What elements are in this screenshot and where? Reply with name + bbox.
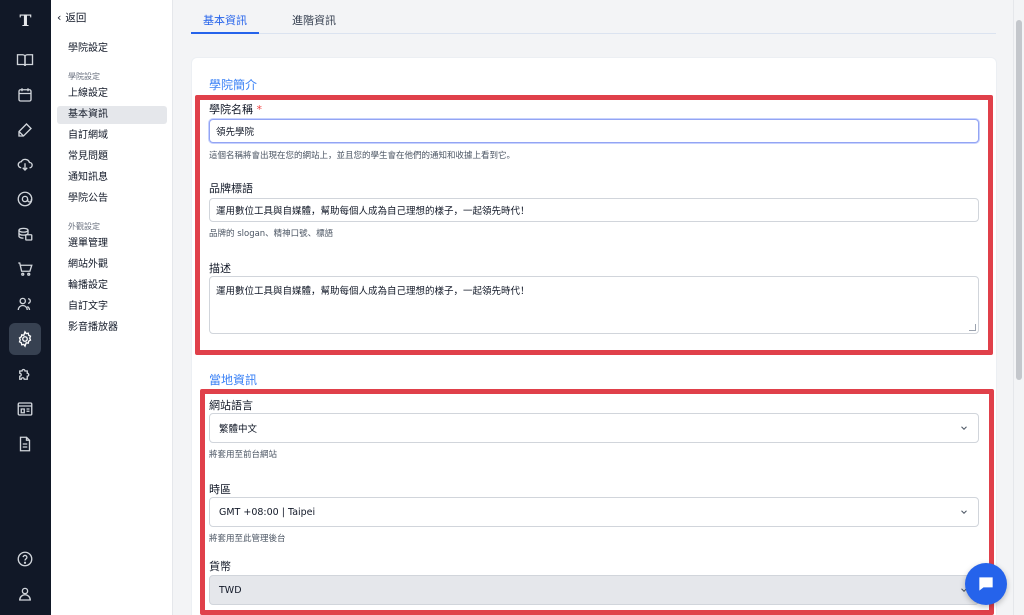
resize-handle-icon[interactable]: [969, 324, 976, 331]
edit-icon[interactable]: [9, 114, 41, 146]
puzzle-icon[interactable]: [9, 358, 41, 390]
layout-icon[interactable]: [9, 393, 41, 425]
at-sign-icon[interactable]: [9, 183, 41, 215]
users-icon[interactable]: [9, 288, 41, 320]
help-icon[interactable]: [9, 543, 41, 575]
site-language-hint: 將套用至前台網站: [209, 450, 278, 460]
tab-basic-info[interactable]: 基本資訊: [203, 12, 247, 28]
academy-name-input[interactable]: 領先學院: [209, 119, 979, 143]
currency-select[interactable]: TWD: [209, 575, 979, 605]
site-language-select[interactable]: 繁體中文: [209, 413, 979, 443]
sidebar-item-basic-info[interactable]: 基本資訊: [57, 106, 167, 124]
section-title-local: 當地資訊: [209, 373, 258, 387]
book-icon[interactable]: [9, 44, 41, 76]
sidebar-item-notifications[interactable]: 通知訊息: [57, 169, 167, 187]
sidebar-item-announcements[interactable]: 學院公告: [57, 190, 167, 208]
slogan-input[interactable]: 運用數位工具與自媒體，幫助每個人成為自己理想的樣子，一起領先時代！: [209, 198, 979, 222]
user-icon[interactable]: [9, 578, 41, 610]
slogan-hint: 品牌的 slogan、精神口號、標語: [209, 229, 334, 239]
cloud-download-icon[interactable]: [9, 148, 41, 180]
calendar-icon[interactable]: [9, 79, 41, 111]
sidebar-item-menu[interactable]: 選單管理: [57, 235, 167, 253]
sidebar-item-carousel[interactable]: 輪播設定: [57, 277, 167, 295]
sidebar-item-academy-settings[interactable]: 學院設定: [57, 40, 167, 58]
description-text: 運用數位工具與自媒體，幫助每個人成為自己理想的樣子，一起領先時代！: [216, 286, 530, 297]
back-label: 返回: [65, 12, 87, 24]
required-marker: *: [256, 103, 263, 116]
academy-name-hint: 這個名稱將會出現在您的網站上，並且您的學生會在他們的通知和收據上看到它。: [209, 151, 516, 161]
page-scrollbar[interactable]: [1013, 0, 1024, 615]
back-link[interactable]: ‹ 返回: [57, 10, 86, 25]
currency-label: 貨幣: [209, 560, 231, 573]
tab-bar: 基本資訊 進階資訊: [191, 0, 996, 34]
sidebar-item-appearance[interactable]: 網站外觀: [57, 256, 167, 274]
site-language-label: 網站語言: [209, 399, 253, 412]
app-logo[interactable]: T: [0, 6, 51, 34]
chevron-left-icon: ‹: [57, 11, 62, 24]
tab-advanced-info[interactable]: 進階資訊: [292, 12, 336, 28]
chevron-down-icon: [961, 426, 967, 430]
sidebar-item-faq[interactable]: 常見問題: [57, 148, 167, 166]
timezone-select[interactable]: GMT +08:00 | Taipei: [209, 497, 979, 527]
chat-button[interactable]: [965, 563, 1007, 605]
timezone-value: GMT +08:00 | Taipei: [219, 506, 316, 518]
description-label: 描述: [209, 262, 231, 275]
sidebar-item-custom-domain[interactable]: 自訂網域: [57, 127, 167, 145]
site-language-value: 繁體中文: [219, 424, 258, 435]
description-textarea[interactable]: 運用數位工具與自媒體，幫助每個人成為自己理想的樣子，一起領先時代！: [209, 276, 979, 334]
section-title-intro: 學院簡介: [209, 78, 258, 92]
settings-icon[interactable]: [9, 323, 41, 355]
cart-icon[interactable]: [9, 253, 41, 285]
coins-icon[interactable]: [9, 218, 41, 250]
sidebar-group-label: 外觀設定: [68, 222, 100, 231]
slogan-label: 品牌標語: [209, 182, 253, 195]
settings-sidebar: ‹ 返回 學院設定 學院設定 上線設定 基本資訊 自訂網域 常見問題 通知訊息 …: [51, 0, 173, 615]
sidebar-item-custom-text[interactable]: 自訂文字: [57, 298, 167, 316]
currency-value: TWD: [219, 584, 242, 596]
timezone-label: 時區: [209, 483, 231, 496]
chat-icon: [979, 577, 993, 591]
chevron-down-icon: [961, 510, 967, 514]
sidebar-item-media-player[interactable]: 影音播放器: [57, 319, 167, 337]
scrollbar-thumb[interactable]: [1016, 20, 1022, 380]
main-content: 基本資訊 進階資訊 學院簡介 學院名稱 * 領先學院 這個名稱將會出現在您的網站…: [173, 0, 1013, 615]
academy-name-label: 學院名稱 *: [209, 103, 263, 116]
sidebar-item-launch[interactable]: 上線設定: [57, 85, 167, 103]
timezone-hint: 將套用至此管理後台: [209, 534, 286, 544]
document-icon[interactable]: [9, 428, 41, 460]
active-tab-indicator: [191, 32, 259, 34]
sidebar-group-label: 學院設定: [68, 72, 100, 81]
icon-rail: T: [0, 0, 51, 615]
